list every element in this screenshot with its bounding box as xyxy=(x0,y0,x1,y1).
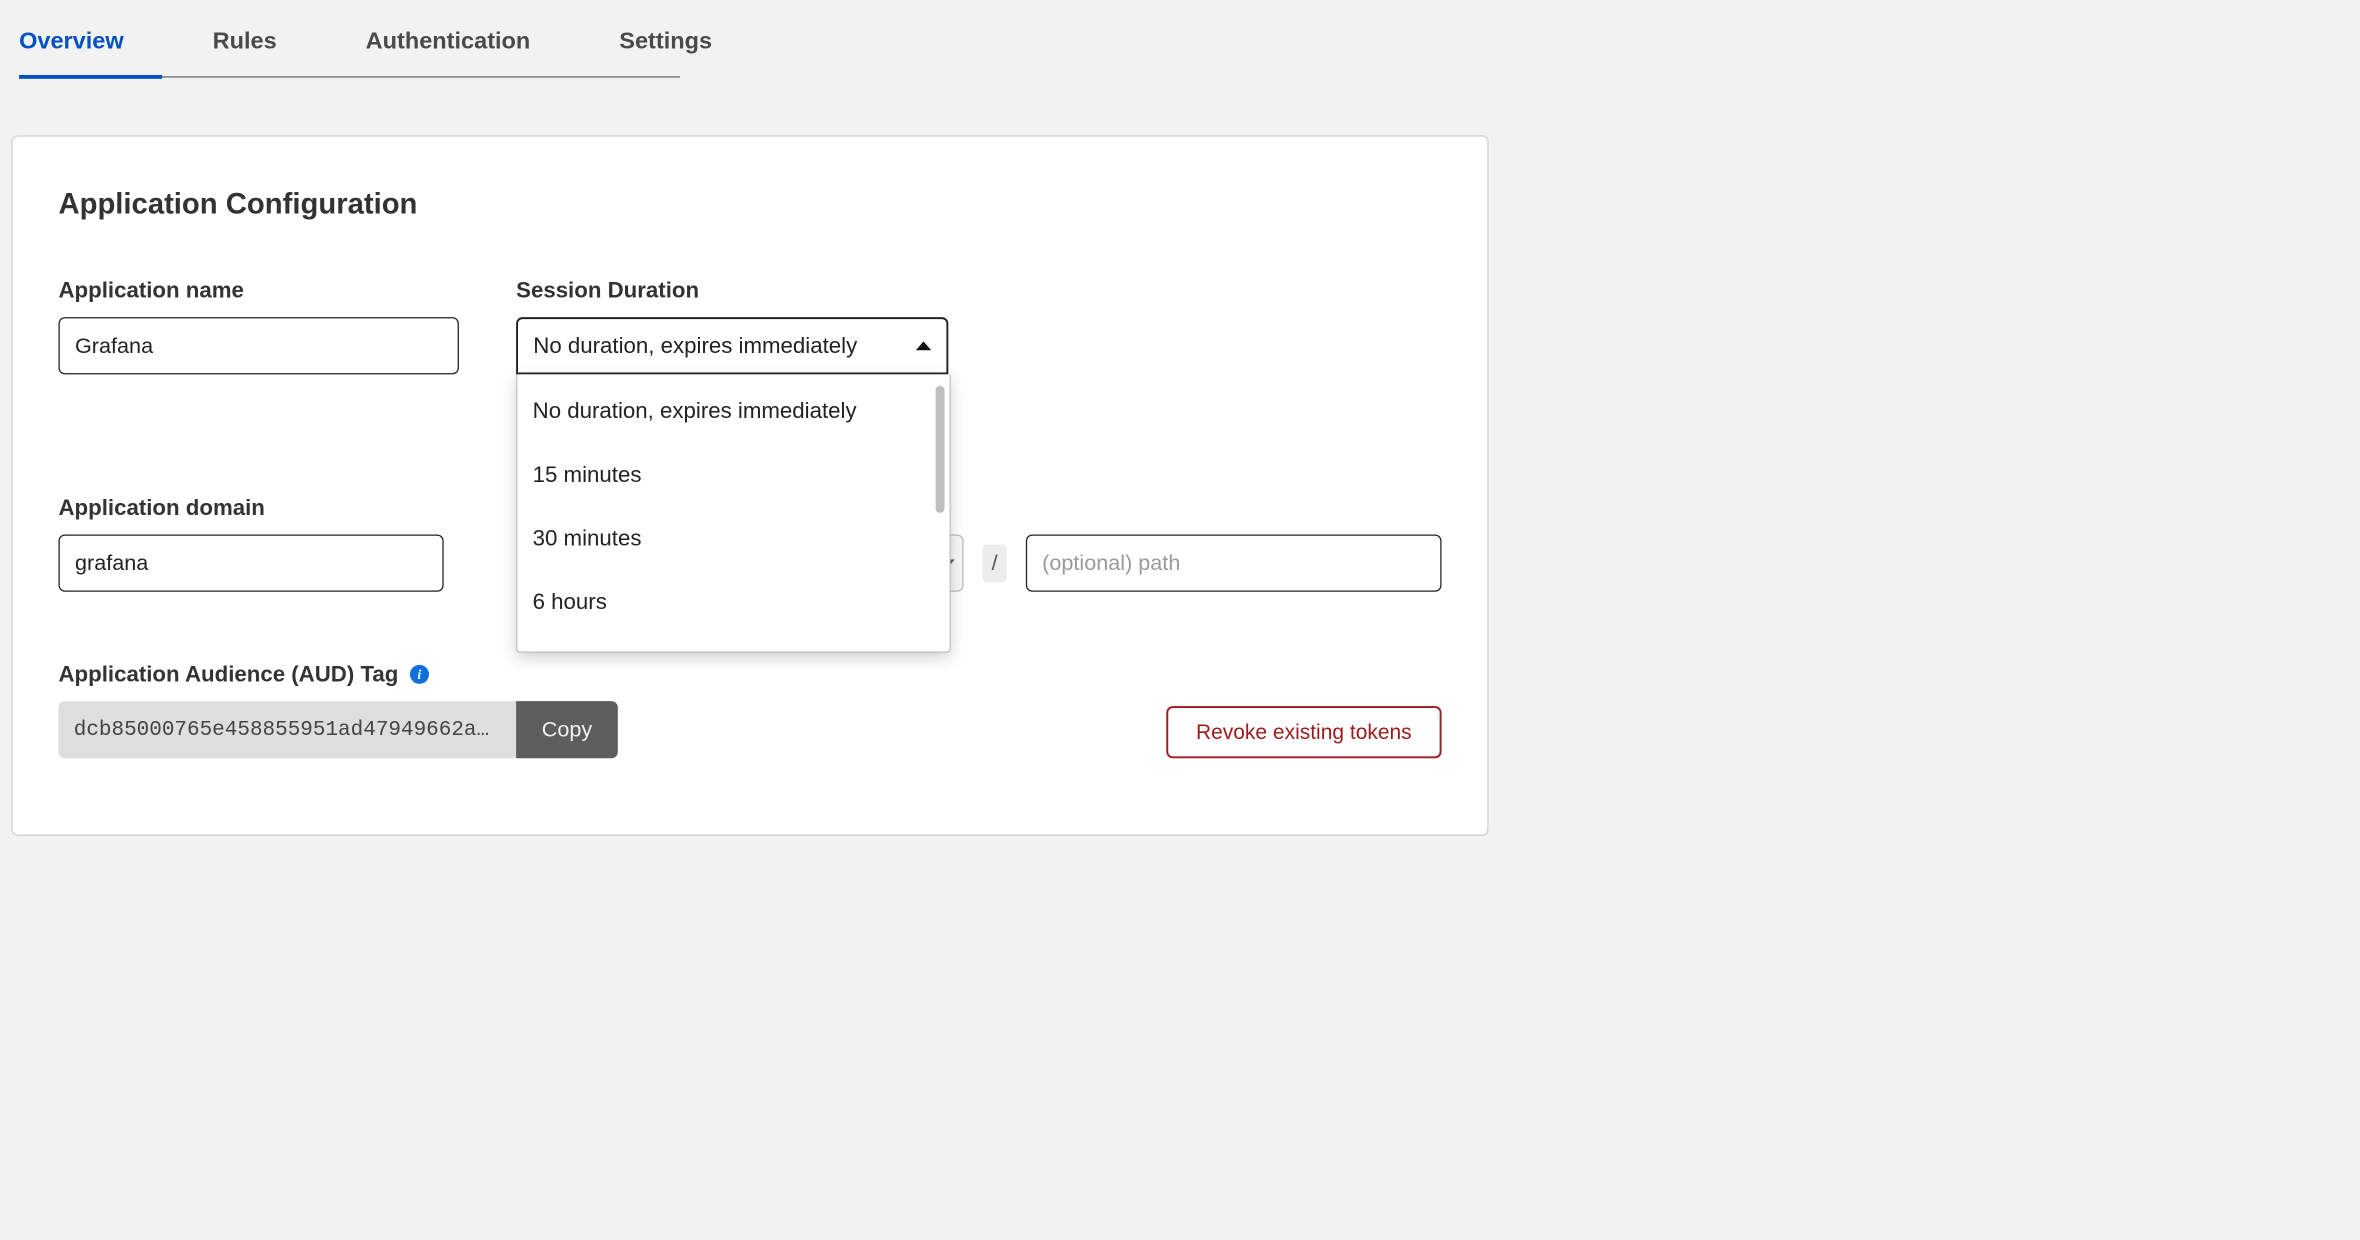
aud-tag-value: dcb85000765e458855951ad47949662a… xyxy=(58,701,516,758)
application-path-input[interactable] xyxy=(1026,535,1442,592)
copy-button[interactable]: Copy xyxy=(516,701,618,758)
tabs: Overview Rules Authentication Settings xyxy=(0,0,1500,81)
tab-rules[interactable]: Rules xyxy=(213,0,315,81)
application-subdomain-input[interactable] xyxy=(58,535,443,592)
dropdown-scrollbar[interactable] xyxy=(936,386,945,513)
field-session-duration: Session Duration No duration, expires im… xyxy=(516,278,948,375)
tab-settings[interactable]: Settings xyxy=(619,0,750,81)
revoke-existing-tokens-button[interactable]: Revoke existing tokens xyxy=(1166,706,1441,758)
path-separator: / xyxy=(983,544,1007,582)
card-title: Application Configuration xyxy=(58,186,1441,220)
session-option-6-hours[interactable]: 6 hours xyxy=(517,570,949,634)
label-session-duration: Session Duration xyxy=(516,278,948,303)
application-name-input[interactable] xyxy=(58,317,458,374)
label-application-name: Application name xyxy=(58,278,516,303)
tab-overview[interactable]: Overview xyxy=(19,0,162,81)
application-configuration-card: Application Configuration Application na… xyxy=(11,135,1488,835)
info-icon[interactable]: i xyxy=(410,665,429,684)
field-application-name: Application name xyxy=(58,278,516,375)
session-option-no-duration[interactable]: No duration, expires immediately xyxy=(517,379,949,443)
label-aud-tag: Application Audience (AUD) Tag xyxy=(58,662,398,687)
session-duration-selected: No duration, expires immediately xyxy=(533,333,857,358)
session-duration-select[interactable]: No duration, expires immediately No dura… xyxy=(516,317,948,374)
field-aud-tag: Application Audience (AUD) Tag i dcb8500… xyxy=(58,662,1441,759)
session-option-15-minutes[interactable]: 15 minutes xyxy=(517,443,949,507)
session-duration-dropdown: No duration, expires immediately 15 minu… xyxy=(516,374,951,652)
session-option-30-minutes[interactable]: 30 minutes xyxy=(517,507,949,571)
tab-authentication[interactable]: Authentication xyxy=(366,0,569,81)
chevron-up-icon xyxy=(916,341,931,350)
